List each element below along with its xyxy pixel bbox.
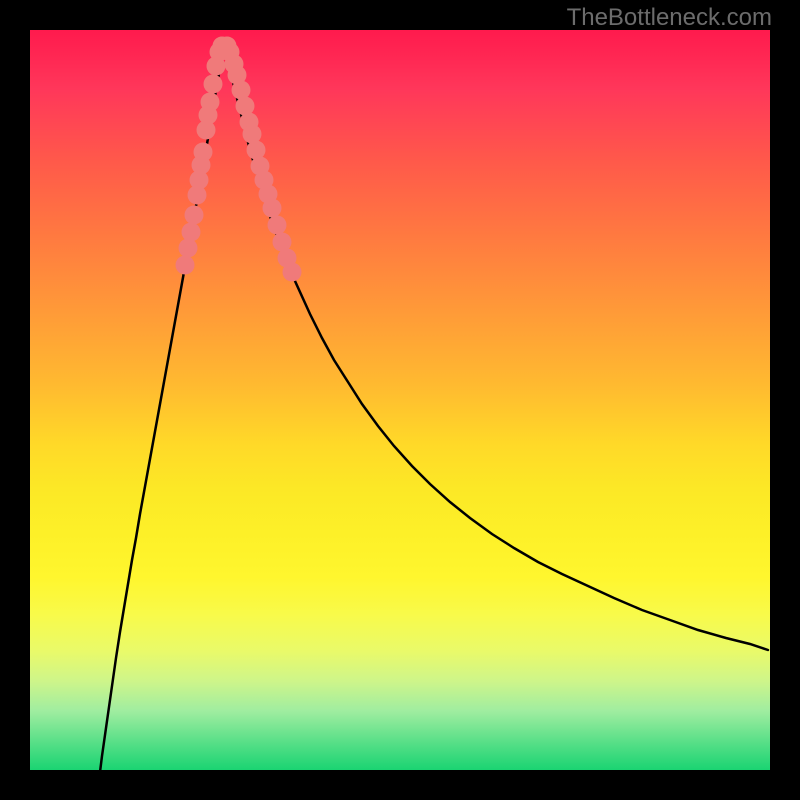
marker-point: [194, 143, 213, 162]
watermark-text: TheBottleneck.com: [567, 4, 772, 32]
marker-point: [176, 256, 195, 275]
marker-point: [204, 75, 223, 94]
marker-point: [263, 199, 282, 218]
marker-point: [182, 223, 201, 242]
marker-dots: [176, 37, 302, 282]
marker-point: [268, 216, 287, 235]
marker-point: [236, 97, 255, 116]
marker-point: [243, 125, 262, 144]
marker-point: [179, 239, 198, 258]
marker-point: [247, 141, 266, 160]
curve-right-branch: [224, 46, 768, 650]
plot-background: [30, 30, 770, 770]
bottleneck-chart: [30, 30, 770, 770]
marker-point: [201, 93, 220, 112]
marker-point: [185, 206, 204, 225]
marker-point: [283, 263, 302, 282]
marker-point: [232, 81, 251, 100]
